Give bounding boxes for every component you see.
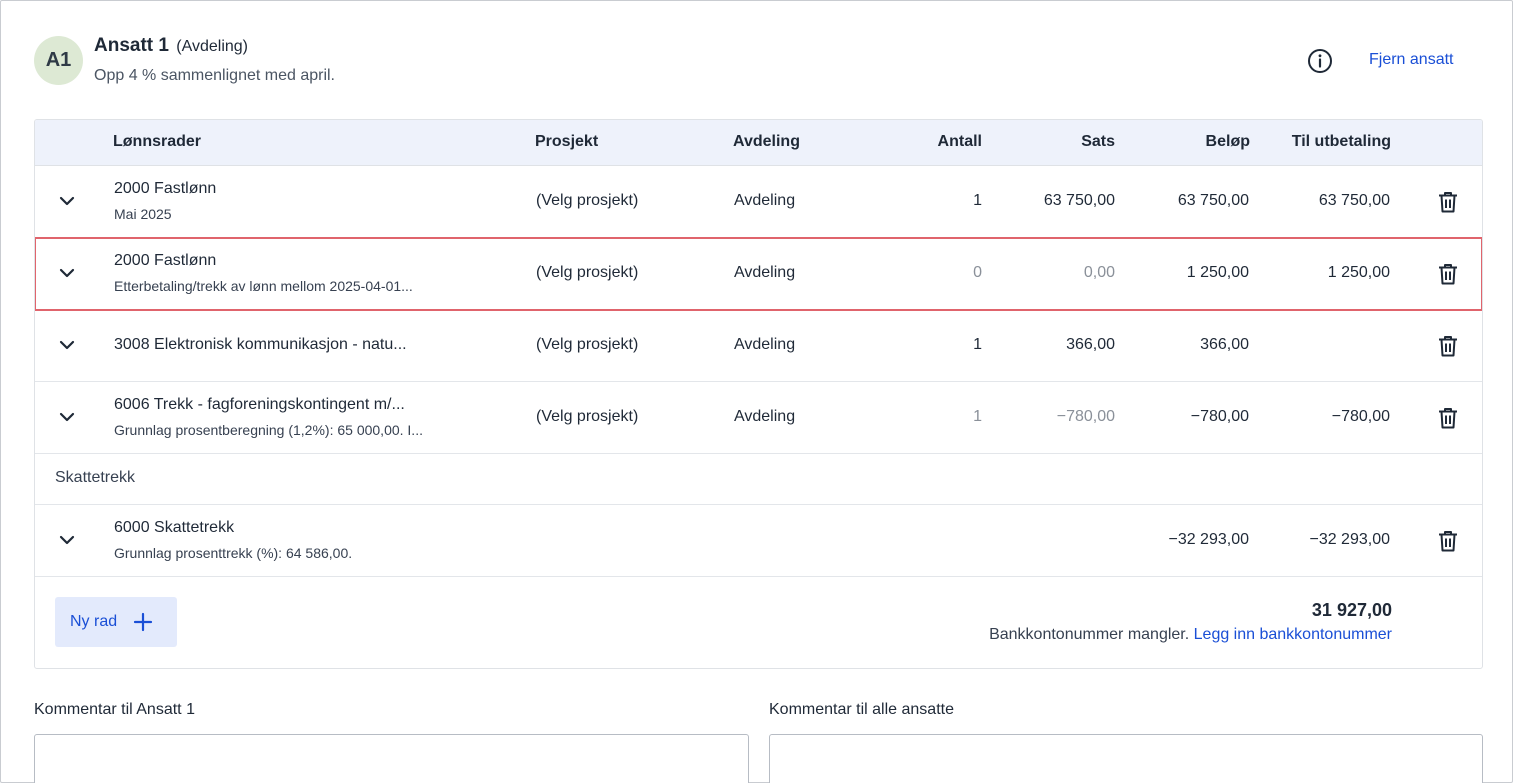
quantity-value[interactable]: 1 [973, 336, 982, 354]
trash-icon[interactable] [1436, 334, 1460, 358]
quantity-value[interactable]: 1 [973, 408, 982, 426]
table-header: Lønnsrader Prosjekt Avdeling Antall Sats… [35, 120, 1482, 166]
trash-icon[interactable] [1436, 262, 1460, 286]
column-header-prosjekt: Prosjekt [535, 133, 599, 150]
employee-name: Ansatt 1 (Avdeling) [94, 35, 248, 57]
table-row: 2000 Fastlønn Mai 2025 (Velg prosjekt) A… [35, 166, 1482, 238]
row-subtitle: Etterbetaling/trekk av lønn mellom 2025-… [114, 278, 413, 294]
column-header-til-utbetaling: Til utbetaling [1291, 133, 1391, 150]
row-title: 2000 Fastlønn [114, 180, 217, 197]
project-select[interactable]: (Velg prosjekt) [536, 264, 638, 282]
chevron-down-icon[interactable] [55, 333, 79, 357]
rate-value[interactable]: −780,00 [1057, 408, 1115, 426]
rate-value[interactable]: 63 750,00 [1044, 192, 1115, 210]
bank-account-message: Bankkontonummer mangler. Legg inn bankko… [989, 626, 1392, 644]
column-header-lonnsrader: Lønnsrader [113, 133, 202, 150]
trash-icon[interactable] [1436, 529, 1460, 553]
column-header-belop: Beløp [1205, 133, 1250, 150]
all-employees-comment-field[interactable] [769, 734, 1483, 783]
row-title: 2000 Fastlønn [114, 252, 217, 269]
row-title: 6006 Trekk - fagforeningskontingent m/..… [114, 396, 405, 413]
row-subtitle: Mai 2025 [114, 206, 172, 222]
trash-icon[interactable] [1436, 190, 1460, 214]
row-title: 6000 Skattetrekk [114, 519, 235, 536]
plus-icon [134, 612, 153, 632]
rate-value[interactable]: 366,00 [1066, 336, 1115, 354]
add-row-button[interactable]: Ny rad [55, 597, 177, 647]
department-select[interactable]: Avdeling [734, 192, 795, 210]
avatar: A1 [34, 36, 83, 85]
table-row-tax: 6000 Skattetrekk Grunnlag prosenttrekk (… [35, 505, 1482, 577]
department-select[interactable]: Avdeling [734, 336, 795, 354]
row-title: 3008 Elektronisk kommunikasjon - natu... [114, 336, 407, 353]
amount-value: 366,00 [1200, 336, 1249, 353]
column-header-sats: Sats [1081, 133, 1115, 150]
amount-value: −32 293,00 [1168, 531, 1249, 548]
payout-value: −32 293,00 [1309, 531, 1390, 548]
table-row: 3008 Elektronisk kommunikasjon - natu...… [35, 310, 1482, 382]
payout-value: 1 250,00 [1327, 264, 1390, 281]
all-employees-comment-label: Kommentar til alle ansatte [769, 701, 954, 718]
column-header-antall: Antall [937, 133, 982, 150]
quantity-value[interactable]: 1 [973, 192, 982, 210]
rate-value[interactable]: 0,00 [1084, 264, 1115, 282]
column-header-avdeling: Avdeling [733, 133, 800, 150]
employee-name-text: Ansatt 1 [94, 35, 169, 56]
employee-comment-label: Kommentar til Ansatt 1 [34, 701, 195, 718]
row-subtitle: Grunnlag prosenttrekk (%): 64 586,00. [114, 545, 353, 561]
chevron-down-icon[interactable] [55, 261, 79, 285]
quantity-value[interactable]: 0 [973, 264, 982, 282]
tax-section-label: Skattetrekk [55, 469, 136, 486]
total-payout: 31 927,00 [1311, 600, 1392, 620]
project-select[interactable]: (Velg prosjekt) [536, 192, 638, 210]
add-row-label: Ny rad [70, 613, 118, 630]
department-select[interactable]: Avdeling [734, 264, 795, 282]
table-row-selected: 2000 Fastlønn Etterbetaling/trekk av løn… [35, 237, 1482, 311]
employee-department: (Avdeling) [176, 38, 248, 55]
payout-value: 63 750,00 [1318, 192, 1390, 209]
amount-value: 63 750,00 [1177, 192, 1249, 209]
project-select[interactable]: (Velg prosjekt) [536, 408, 638, 426]
table-row: 6006 Trekk - fagforeningskontingent m/..… [35, 382, 1482, 454]
payout-value: −780,00 [1331, 408, 1390, 425]
project-select[interactable]: (Velg prosjekt) [536, 336, 638, 354]
bank-missing-text: Bankkontonummer mangler. [989, 626, 1190, 643]
amount-value: 1 250,00 [1186, 264, 1249, 281]
department-select[interactable]: Avdeling [734, 408, 795, 426]
info-icon[interactable] [1307, 48, 1333, 74]
employee-comparison-text: Opp 4 % sammenlignet med april. [94, 67, 335, 84]
add-bank-account-link[interactable]: Legg inn bankkontonummer [1194, 626, 1392, 643]
chevron-down-icon[interactable] [55, 405, 79, 429]
row-subtitle: Grunnlag prosentberegning (1,2%): 65 000… [114, 422, 423, 438]
chevron-down-icon[interactable] [55, 528, 79, 552]
salary-rows-table: Lønnsrader Prosjekt Avdeling Antall Sats… [34, 119, 1483, 669]
remove-employee-link[interactable]: Fjern ansatt [1369, 51, 1453, 69]
amount-value: −780,00 [1190, 408, 1249, 425]
trash-icon[interactable] [1436, 406, 1460, 430]
employee-comment-field[interactable] [34, 734, 749, 783]
chevron-down-icon[interactable] [55, 189, 79, 213]
payroll-card: A1 Ansatt 1 (Avdeling) Opp 4 % sammenlig… [0, 0, 1513, 783]
tax-section-header: Skattetrekk [35, 454, 1482, 505]
